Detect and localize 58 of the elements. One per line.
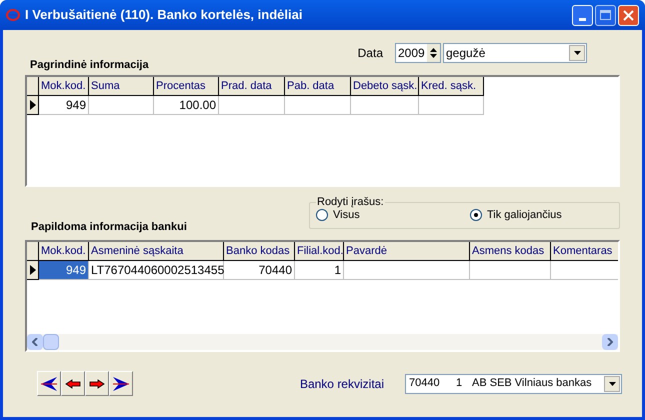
close-button[interactable] xyxy=(618,4,639,26)
column-header[interactable]: Pab. data xyxy=(285,77,351,96)
column-header[interactable]: Mok.kod. xyxy=(39,242,89,261)
table-cell: 100.00 xyxy=(154,96,219,115)
column-header[interactable]: Asmens kodas xyxy=(470,242,551,261)
scroll-thumb[interactable] xyxy=(43,334,59,350)
month-dropdown[interactable]: gegužė xyxy=(443,43,587,63)
year-spinner[interactable]: 2009 xyxy=(395,43,441,63)
horizontal-scrollbar[interactable] xyxy=(27,334,618,350)
radio-button[interactable] xyxy=(470,209,482,222)
scroll-right-button[interactable] xyxy=(602,334,618,350)
previous-record-icon xyxy=(65,378,81,388)
bank-details-dropdown[interactable]: 70440 1 AB SEB Vilniaus bankas xyxy=(405,374,622,394)
table-cell: LT767044060002513455 xyxy=(89,261,224,280)
navigation-button[interactable] xyxy=(109,371,133,396)
column-header[interactable]: Pavardė xyxy=(344,242,470,261)
column-header[interactable]: Prad. data xyxy=(219,77,285,96)
last-record-icon xyxy=(112,376,130,392)
column-header[interactable]: Komentaras xyxy=(551,242,618,261)
radio-button[interactable] xyxy=(316,209,328,222)
section-heading: Papildoma informacija bankui xyxy=(31,220,187,234)
current-row-icon xyxy=(30,265,36,275)
column-header[interactable]: Procentas xyxy=(154,77,219,96)
table-cell: 70440 xyxy=(224,261,295,280)
column-header[interactable]: Banko kodas xyxy=(224,242,295,261)
left-chevron-icon xyxy=(32,338,38,346)
date-label: Data xyxy=(358,45,383,62)
next-record-icon xyxy=(89,378,105,388)
spin-down-icon xyxy=(430,54,437,58)
current-row-icon xyxy=(30,100,36,110)
bank-details-label: Banko rekvizitai xyxy=(300,376,384,392)
first-record-icon xyxy=(40,376,58,392)
column-header[interactable]: Kred. sąsk. xyxy=(419,77,484,96)
column-header[interactable]: Mok.kod. xyxy=(39,77,89,96)
maximize-button[interactable] xyxy=(595,4,616,26)
navigation-button[interactable] xyxy=(37,371,61,396)
column-header[interactable]: Suma xyxy=(89,77,154,96)
right-chevron-icon xyxy=(607,338,613,346)
column-header[interactable]: Debeto sąsk. xyxy=(351,77,419,96)
window-title: I Verbušaitienė (110). Banko kortelės, indėliai xyxy=(25,6,302,24)
dropdown-arrow-icon xyxy=(574,51,580,55)
section-heading: Pagrindinė informacija xyxy=(30,58,149,72)
dropdown-arrow-icon xyxy=(608,382,616,386)
radio-option[interactable]: Visus xyxy=(316,207,470,224)
table-cell: 1 xyxy=(295,261,344,280)
filter-title: Rodyti įrašus: xyxy=(316,197,385,207)
table-cell: 949 xyxy=(39,96,89,115)
spin-up-icon xyxy=(430,48,437,52)
column-header[interactable]: Asmeninė sąskaita xyxy=(89,242,224,261)
close-icon xyxy=(623,10,634,20)
table-cell: 949 xyxy=(39,261,89,280)
column-header[interactable]: Filial.kod. xyxy=(295,242,344,261)
navigation-button[interactable] xyxy=(85,371,109,396)
minimize-button[interactable] xyxy=(572,4,593,26)
scroll-left-button[interactable] xyxy=(27,334,43,350)
app-logo-icon xyxy=(6,9,20,21)
radio-option[interactable]: Tik galiojančius xyxy=(470,207,562,224)
navigation-button[interactable] xyxy=(61,371,85,396)
